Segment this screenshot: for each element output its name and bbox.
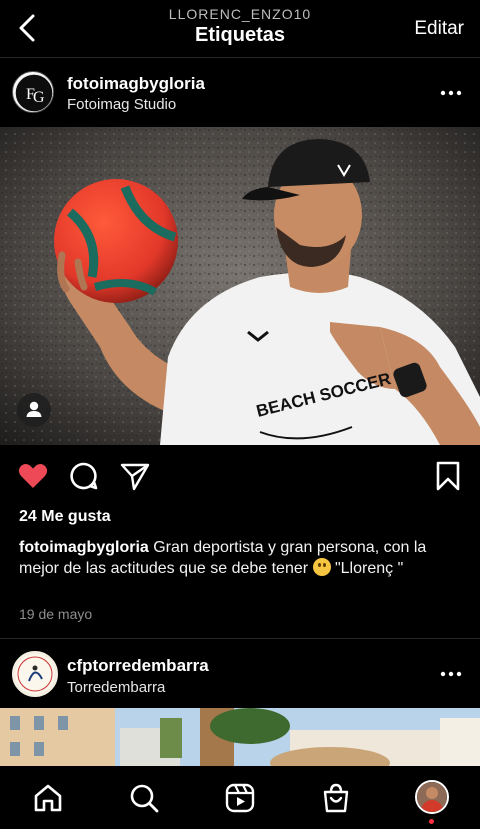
top-bar: LLORENC_ENZO10 Etiquetas Editar: [0, 0, 480, 56]
bookmark-icon[interactable]: [432, 460, 464, 492]
send-icon[interactable]: [119, 460, 151, 492]
reels-icon[interactable]: [224, 782, 256, 814]
bottom-navigation: [0, 766, 480, 829]
profile-photo: [417, 782, 447, 812]
svg-text:G: G: [33, 89, 45, 106]
notification-dot: [429, 819, 434, 824]
next-post-location[interactable]: Torredembarra: [67, 679, 165, 696]
post-location[interactable]: Fotoimag Studio: [67, 96, 176, 113]
post-date: 19 de mayo: [19, 606, 93, 622]
tagged-people-button[interactable]: [17, 393, 51, 427]
next-post-header: cfptorredembarra Torredembarra: [0, 639, 480, 707]
post-caption: fotoimagbygloria Gran deportista y gran …: [19, 538, 469, 579]
post-photo[interactable]: BEACH SOCCER: [0, 127, 480, 445]
next-post-photo[interactable]: [0, 708, 480, 766]
edit-button[interactable]: Editar: [414, 18, 464, 40]
person-icon: [26, 401, 42, 417]
smiley-emoji-icon: [312, 558, 331, 576]
club-crest-icon: [15, 654, 55, 694]
likes-count[interactable]: 24 Me gusta: [19, 508, 111, 526]
profile-avatar[interactable]: [415, 780, 449, 814]
search-icon[interactable]: [128, 782, 160, 814]
shop-icon[interactable]: [320, 782, 352, 814]
more-icon[interactable]: [440, 670, 462, 678]
post-author[interactable]: fotoimagbygloria: [67, 74, 205, 94]
page-title: Etiquetas: [194, 24, 286, 46]
caption-text-end: "Llorenç ": [330, 560, 404, 577]
avatar[interactable]: [12, 651, 58, 697]
next-post-author[interactable]: cfptorredembarra: [67, 656, 209, 676]
comment-icon[interactable]: [68, 460, 100, 492]
heart-icon[interactable]: [17, 460, 49, 492]
post-header: F G fotoimagbygloria Fotoimag Studio: [0, 58, 480, 126]
caption-author[interactable]: fotoimagbygloria: [19, 539, 149, 556]
more-icon[interactable]: [440, 89, 462, 97]
avatar[interactable]: F G: [12, 71, 54, 113]
fg-logo-icon: F G: [14, 73, 53, 112]
home-icon[interactable]: [32, 782, 64, 814]
header-username: LLORENC_ENZO10: [168, 6, 312, 22]
